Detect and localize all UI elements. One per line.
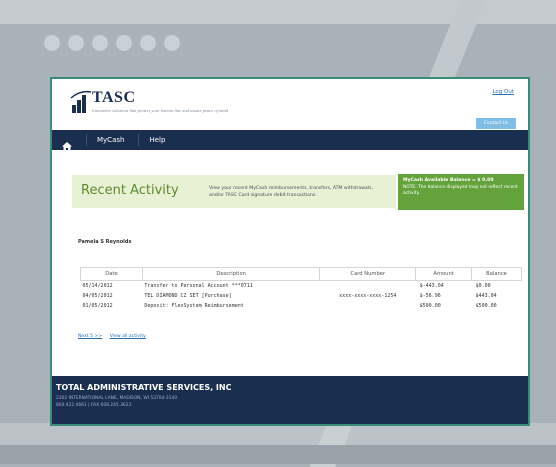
backdrop-bottom-band <box>0 423 556 445</box>
nav-divider <box>86 134 87 146</box>
table-row: 04/05/2012 TEL DIAMOND CZ SET [Purchase]… <box>81 291 522 301</box>
footer-company-name: TOTAL ADMINISTRATIVE SERVICES, INC <box>56 383 232 392</box>
cell-date: 01/05/2012 <box>82 303 113 309</box>
cell-amount: $-443.04 <box>419 283 444 289</box>
column-header-amount: Amount <box>415 267 473 281</box>
main-navbar: MyCash Help <box>52 130 528 151</box>
cell-card-number: xxxx-xxxx-xxxx-1254 <box>339 293 397 299</box>
backdrop-bottom-base <box>0 445 556 464</box>
table-row: 01/05/2012 Deposit: FlexSystem Reimburse… <box>81 301 522 311</box>
logo-text: TASC <box>92 89 136 106</box>
activity-table: Date Description Card Number Amount Bala… <box>80 267 522 311</box>
cell-balance: $0.00 <box>475 283 491 289</box>
footer-address: 2302 INTERNATIONAL LANE, MADISON, WI 537… <box>56 396 178 401</box>
dot <box>116 35 132 51</box>
nav-divider <box>138 134 140 146</box>
cell-date: 05/14/2012 <box>82 283 113 289</box>
nav-item-help[interactable]: Help <box>149 136 165 144</box>
next-page-link[interactable]: Next 5 >> <box>78 334 102 339</box>
footer: TOTAL ADMINISTRATIVE SERVICES, INC 2302 … <box>52 376 528 424</box>
column-header-description: Description <box>141 267 321 281</box>
app-window: TASC Innovative solutions that protect y… <box>50 77 530 426</box>
page-description: View your recent MyCash reimbursements, … <box>209 186 373 198</box>
cell-date: 04/05/2012 <box>82 293 113 299</box>
footer-phone: 800.422.4661 | FAX 608.245.3623 <box>56 403 132 408</box>
cell-balance: $443.04 <box>475 293 497 299</box>
cell-card-number <box>320 281 416 292</box>
cell-amount: $-56.96 <box>419 293 441 299</box>
cell-description: TEL DIAMOND CZ SET [Purchase] <box>144 293 232 299</box>
dot <box>140 35 156 51</box>
cell-description: Transfer to Personal Account ***0711 <box>144 283 253 289</box>
column-header-date: Date <box>80 267 143 281</box>
balance-title: MyCash Available Balance = $ 0.00 <box>403 178 494 183</box>
dot <box>44 35 60 51</box>
balance-box: MyCash Available Balance = $ 0.00 NOTE: … <box>398 174 524 210</box>
page-title-banner: Recent Activity View your recent MyCash … <box>72 175 396 208</box>
cell-amount: $500.00 <box>419 303 441 309</box>
balance-note: NOTE: The balance displayed may not refl… <box>403 185 518 196</box>
table-header-row: Date Description Card Number Amount Bala… <box>80 267 522 281</box>
table-row: 05/14/2012 Transfer to Personal Account … <box>81 281 522 292</box>
home-icon[interactable] <box>62 136 72 151</box>
cell-description: Deposit: FlexSystem Reimbursement <box>144 303 244 309</box>
pagination-links: Next 5 >> View all activity <box>78 334 152 339</box>
view-all-activity-link[interactable]: View all activity <box>110 334 146 339</box>
decorative-dots <box>44 35 180 51</box>
dot <box>68 35 84 51</box>
cell-balance: $500.00 <box>475 303 497 309</box>
dot <box>164 35 180 51</box>
column-header-balance: Balance <box>471 267 522 281</box>
column-header-card-number: Card Number <box>319 267 417 281</box>
footer-contact-info: 2302 INTERNATIONAL LANE, MADISON, WI 537… <box>56 395 177 409</box>
logo-tagline: Innovative solutions that protect your b… <box>92 108 229 113</box>
page-title: Recent Activity <box>81 183 179 198</box>
member-name: Pamela S Reynolds <box>78 239 132 245</box>
nav-item-mycash[interactable]: MyCash <box>97 136 124 144</box>
logo-bars-icon <box>70 90 92 113</box>
logout-link[interactable]: Log Out <box>492 89 514 95</box>
contact-us-tab[interactable]: Contact Us <box>476 118 516 129</box>
cell-card-number <box>320 301 416 311</box>
dot <box>92 35 108 51</box>
